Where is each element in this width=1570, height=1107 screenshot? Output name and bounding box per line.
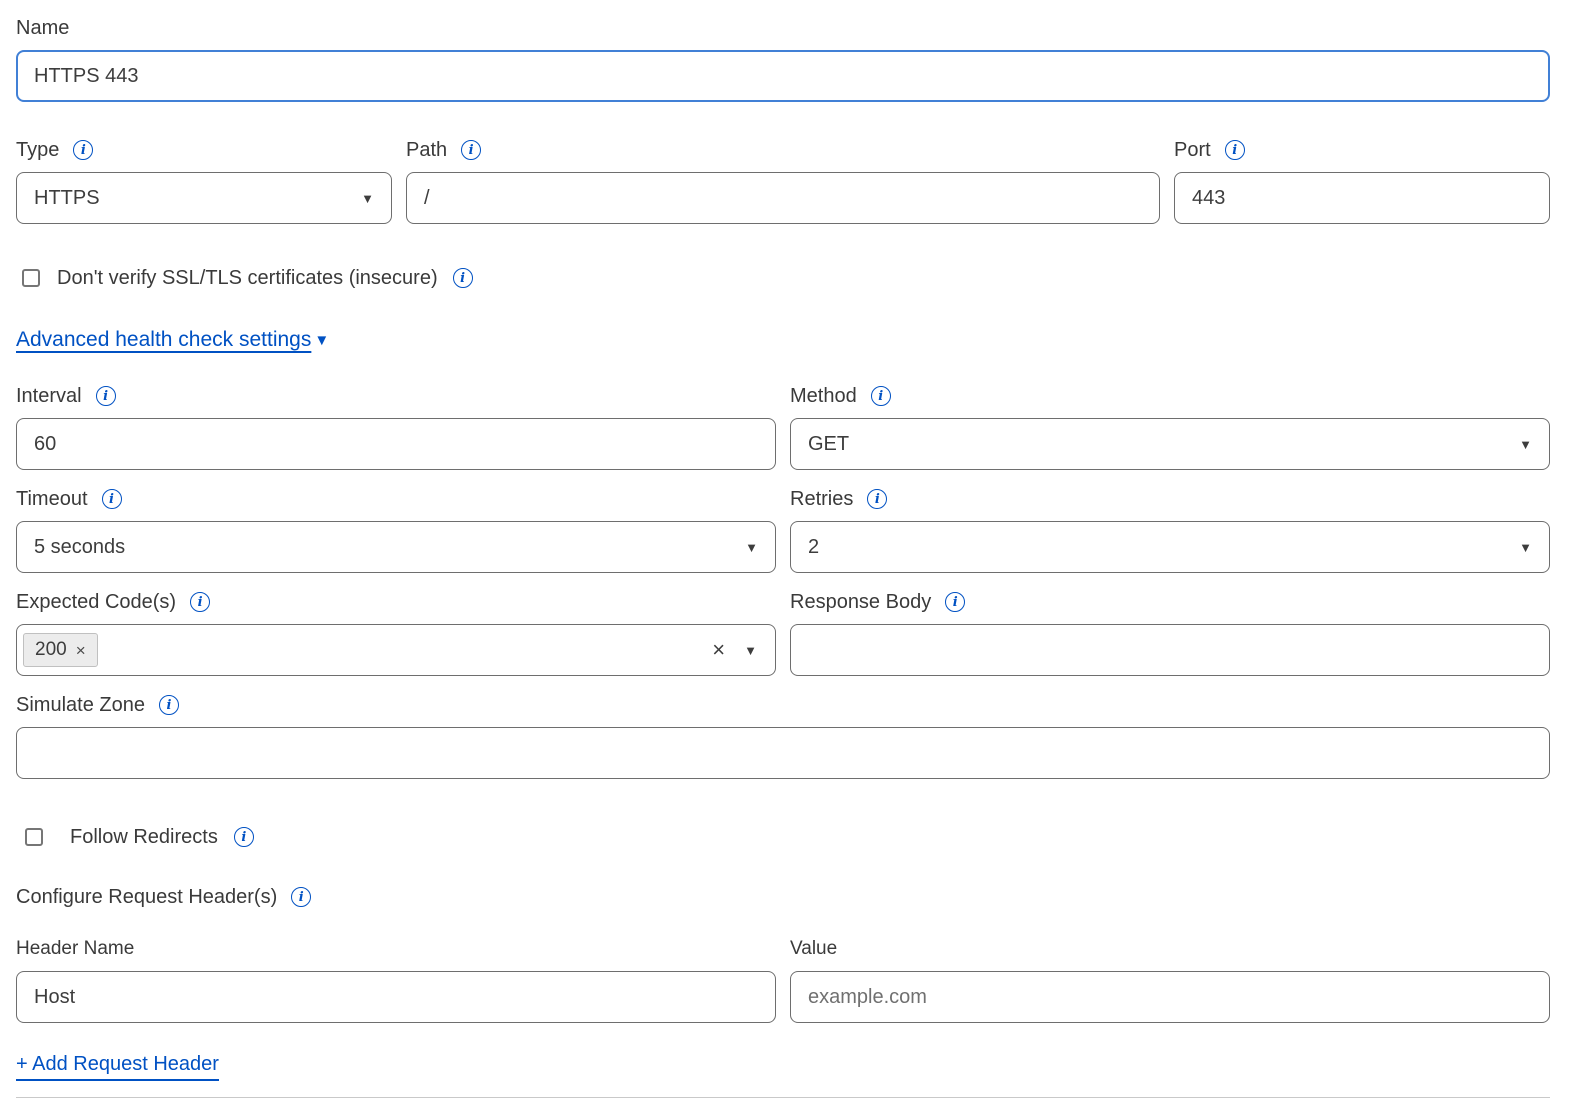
simulate-zone-label: Simulate Zone [16, 693, 145, 717]
port-input[interactable] [1174, 172, 1550, 224]
port-label: Port [1174, 138, 1211, 162]
expected-codes-label: Expected Code(s) [16, 590, 176, 614]
health-check-form: Name Type i HTTPS ▼ Path i Port i [0, 0, 1570, 1098]
chevron-down-icon: ▼ [1519, 541, 1532, 554]
clear-all-icon[interactable]: × [712, 639, 725, 661]
advanced-settings-link-text: Advanced health check settings [16, 328, 311, 352]
type-label: Type [16, 138, 59, 162]
response-body-label: Response Body [790, 590, 931, 614]
ssl-verify-checkbox[interactable] [22, 269, 40, 287]
retries-select-value: 2 [808, 536, 819, 559]
chevron-down-icon[interactable]: ▼ [744, 644, 757, 657]
path-info-icon[interactable]: i [461, 140, 481, 160]
retries-label: Retries [790, 487, 853, 511]
follow-redirects-info-icon[interactable]: i [234, 827, 254, 847]
follow-redirects-label: Follow Redirects [70, 825, 218, 849]
header-value-column-label: Value [790, 937, 837, 961]
simulate-zone-input[interactable] [16, 727, 1550, 779]
chevron-down-icon: ▼ [314, 333, 329, 348]
interval-info-icon[interactable]: i [96, 386, 116, 406]
response-body-info-icon[interactable]: i [945, 592, 965, 612]
ssl-verify-info-icon[interactable]: i [453, 268, 473, 288]
header-name-input[interactable] [16, 971, 776, 1023]
expected-codes-info-icon[interactable]: i [190, 592, 210, 612]
timeout-select[interactable]: 5 seconds ▼ [16, 521, 776, 573]
path-input[interactable] [406, 172, 1160, 224]
port-info-icon[interactable]: i [1225, 140, 1245, 160]
name-input[interactable] [16, 50, 1550, 102]
advanced-settings-link[interactable]: Advanced health check settings ▼ [16, 328, 329, 352]
retries-info-icon[interactable]: i [867, 489, 887, 509]
chevron-down-icon: ▼ [361, 192, 374, 205]
retries-select[interactable]: 2 ▼ [790, 521, 1550, 573]
interval-input[interactable] [16, 418, 776, 470]
simulate-zone-info-icon[interactable]: i [159, 695, 179, 715]
configure-headers-info-icon[interactable]: i [291, 887, 311, 907]
ssl-verify-label: Don't verify SSL/TLS certificates (insec… [57, 266, 438, 290]
section-divider [16, 1097, 1550, 1098]
header-name-column-label: Header Name [16, 937, 134, 961]
interval-label: Interval [16, 384, 82, 408]
timeout-select-value: 5 seconds [34, 536, 125, 559]
method-select[interactable]: GET ▼ [790, 418, 1550, 470]
expected-code-tag-value: 200 [35, 639, 67, 661]
type-info-icon[interactable]: i [73, 140, 93, 160]
follow-redirects-checkbox[interactable] [25, 828, 43, 846]
chevron-down-icon: ▼ [1519, 438, 1532, 451]
expected-code-tag: 200 × [23, 633, 98, 667]
configure-headers-label: Configure Request Header(s) [16, 885, 277, 909]
tag-remove-icon[interactable]: × [76, 642, 86, 659]
timeout-info-icon[interactable]: i [102, 489, 122, 509]
timeout-label: Timeout [16, 487, 88, 511]
response-body-input[interactable] [790, 624, 1550, 676]
type-select[interactable]: HTTPS ▼ [16, 172, 392, 224]
add-request-header-link[interactable]: + Add Request Header [16, 1053, 219, 1081]
chevron-down-icon: ▼ [745, 541, 758, 554]
type-select-value: HTTPS [34, 187, 100, 210]
method-info-icon[interactable]: i [871, 386, 891, 406]
method-select-value: GET [808, 433, 849, 456]
header-value-input[interactable] [790, 971, 1550, 1023]
expected-codes-multiselect[interactable]: 200 × × ▼ [16, 624, 776, 676]
method-label: Method [790, 384, 857, 408]
path-label: Path [406, 138, 447, 162]
name-label: Name [16, 16, 69, 40]
